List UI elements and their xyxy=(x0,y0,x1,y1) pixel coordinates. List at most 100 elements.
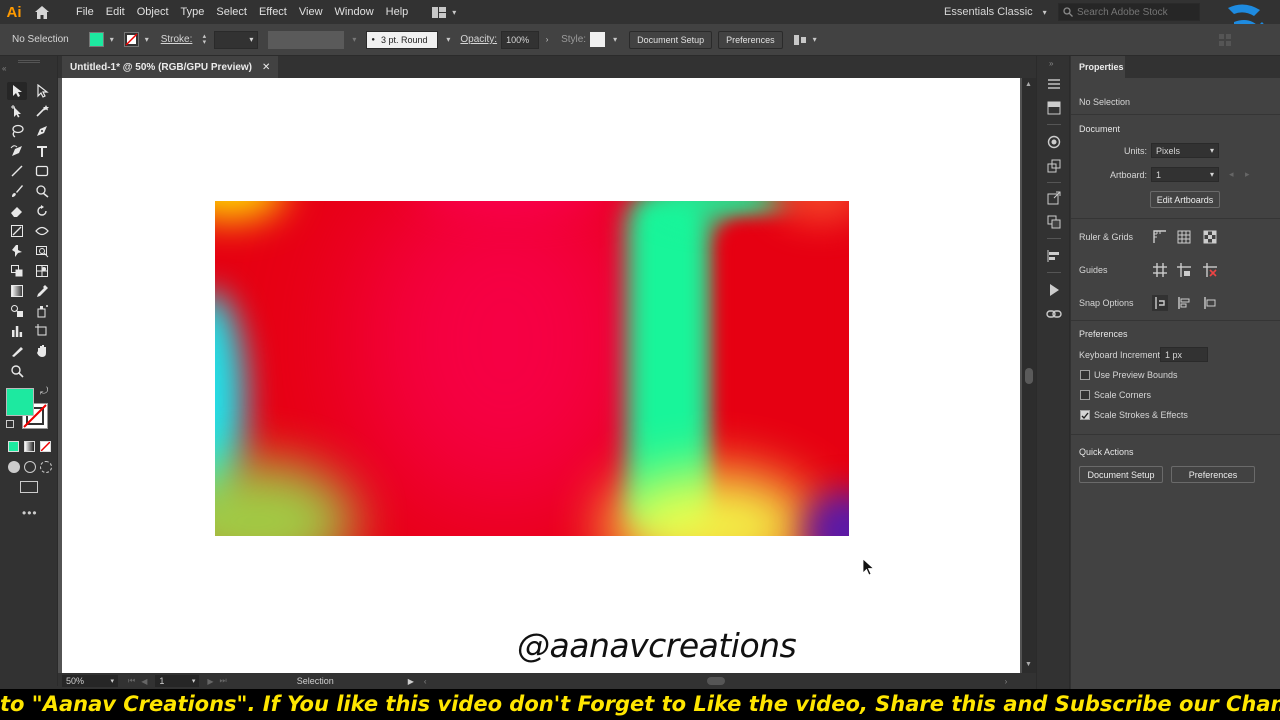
prev-artboard-icon[interactable]: ◀ xyxy=(141,677,147,686)
artboard-tool[interactable] xyxy=(32,322,52,340)
shape-builder-tool[interactable] xyxy=(7,262,27,280)
rotate-tool[interactable] xyxy=(32,202,52,220)
actions-panel-icon[interactable] xyxy=(1046,282,1062,298)
menu-file[interactable]: File xyxy=(70,0,100,24)
collapse-icon[interactable]: » xyxy=(1049,59,1053,68)
lasso-tool[interactable] xyxy=(7,122,27,140)
panel-options-icon[interactable] xyxy=(1218,33,1231,46)
hand-tool[interactable] xyxy=(32,342,52,360)
scale-strokes-checkbox[interactable] xyxy=(1080,410,1090,420)
stroke-weight-input[interactable]: ▾ xyxy=(214,30,259,49)
arrange-documents-button[interactable]: ▾ xyxy=(432,6,458,18)
eyedropper-tool[interactable] xyxy=(32,282,52,300)
type-tool[interactable] xyxy=(32,142,52,160)
swatches-panel-icon[interactable] xyxy=(1046,158,1062,174)
brush-definition[interactable]: ● 3 pt. Round xyxy=(366,30,439,49)
line-segment-tool[interactable] xyxy=(7,162,27,180)
color-mode-button[interactable] xyxy=(8,441,19,452)
gradient-mode-button[interactable] xyxy=(24,441,35,452)
lock-guides-icon[interactable] xyxy=(1176,262,1192,278)
use-preview-bounds-checkbox[interactable] xyxy=(1080,370,1090,380)
panel-grip[interactable] xyxy=(18,60,40,63)
stroke-swatch[interactable] xyxy=(123,32,139,47)
screen-mode-icon[interactable] xyxy=(20,481,38,493)
variable-width-profile[interactable] xyxy=(268,30,345,49)
first-artboard-icon[interactable]: ⏮ xyxy=(128,676,135,686)
align-panel-icon[interactable] xyxy=(1046,248,1062,264)
canvas[interactable] xyxy=(58,78,1022,673)
stock-search-field[interactable] xyxy=(1058,3,1200,21)
export-panel-icon[interactable] xyxy=(1046,190,1062,206)
document-tab[interactable]: Untitled-1* @ 50% (RGB/GPU Preview) ✕ xyxy=(62,56,279,78)
document-setup-button[interactable]: Document Setup xyxy=(629,30,713,49)
symbol-sprayer-tool[interactable] xyxy=(32,302,52,320)
curvature-tool[interactable] xyxy=(7,142,27,160)
free-transform-tool[interactable] xyxy=(32,242,52,260)
menu-object[interactable]: Object xyxy=(131,0,175,24)
prev-artboard-icon[interactable]: ◂ xyxy=(1229,169,1234,180)
scale-corners-checkbox[interactable] xyxy=(1080,390,1090,400)
next-artboard-icon[interactable]: ▸ xyxy=(1245,169,1250,180)
group-selection-tool[interactable] xyxy=(7,102,27,120)
grid-icon[interactable] xyxy=(1176,229,1192,245)
style-swatch[interactable] xyxy=(590,32,606,47)
keyboard-increment-input[interactable]: 1 px xyxy=(1160,347,1208,362)
transparency-grid-icon[interactable] xyxy=(1202,229,1218,245)
properties-panel-icon[interactable] xyxy=(1046,76,1062,92)
opacity-input[interactable]: 100% xyxy=(501,30,540,49)
menu-view[interactable]: View xyxy=(293,0,329,24)
zoom-tool[interactable] xyxy=(7,362,27,380)
snap-to-pixel-icon[interactable] xyxy=(1176,295,1192,311)
snap-to-point-icon[interactable] xyxy=(1152,295,1168,311)
menu-effect[interactable]: Effect xyxy=(253,0,293,24)
shaper-tool[interactable] xyxy=(32,182,52,200)
none-mode-button[interactable] xyxy=(40,441,51,452)
scroll-down-icon[interactable]: ▼ xyxy=(1025,661,1032,668)
edit-toolbar-icon[interactable]: ••• xyxy=(22,506,38,520)
gradient-mesh-object[interactable] xyxy=(215,201,849,536)
scale-tool[interactable] xyxy=(7,222,27,240)
menu-window[interactable]: Window xyxy=(329,0,380,24)
default-colors-icon[interactable] xyxy=(6,420,14,428)
align-icon[interactable] xyxy=(793,34,807,46)
ruler-icon[interactable] xyxy=(1152,229,1168,245)
chevron-down-icon[interactable]: ▾ xyxy=(108,35,116,44)
edit-artboards-button[interactable]: Edit Artboards xyxy=(1150,191,1220,208)
workspace-switcher[interactable]: Essentials Classic ▾ xyxy=(944,3,1049,21)
units-select[interactable]: Pixels ▾ xyxy=(1151,143,1219,158)
chevron-down-icon[interactable]: ▾ xyxy=(611,35,619,44)
scroll-thumb[interactable] xyxy=(1025,368,1033,384)
clear-guides-icon[interactable] xyxy=(1202,262,1218,278)
chevron-down-icon[interactable]: ▾ xyxy=(350,35,358,44)
gradient-tool[interactable] xyxy=(7,282,27,300)
preferences-button[interactable]: Preferences xyxy=(718,30,783,49)
chevron-down-icon[interactable]: ▾ xyxy=(143,35,151,44)
selection-tool[interactable] xyxy=(7,82,27,100)
close-icon[interactable]: ✕ xyxy=(262,62,270,73)
chevron-down-icon[interactable]: ▾ xyxy=(444,35,452,44)
opacity-label[interactable]: Opacity: xyxy=(460,34,497,45)
puppet-warp-tool[interactable] xyxy=(7,242,27,260)
column-graph-tool[interactable] xyxy=(7,322,27,340)
direct-selection-tool[interactable] xyxy=(32,82,52,100)
horizontal-scroll-thumb[interactable] xyxy=(706,677,725,685)
color-panel-icon[interactable] xyxy=(1046,134,1062,150)
stroke-weight-stepper[interactable]: ▴ ▾ xyxy=(200,33,208,46)
artboard-navigator[interactable]: 1 ▾ xyxy=(155,675,200,687)
pen-tool[interactable] xyxy=(32,122,52,140)
rectangle-tool[interactable] xyxy=(32,162,52,180)
perspective-grid-tool[interactable] xyxy=(32,262,52,280)
menu-edit[interactable]: Edit xyxy=(100,0,131,24)
search-input[interactable] xyxy=(1077,6,1195,18)
artboard[interactable] xyxy=(62,78,1020,673)
stroke-label[interactable]: Stroke: xyxy=(161,34,193,45)
vertical-scrollbar[interactable]: ▲ ▼ xyxy=(1022,78,1036,673)
blend-tool[interactable] xyxy=(7,302,27,320)
artboard-select[interactable]: 1 ▾ xyxy=(1151,167,1219,182)
artboards-panel-icon[interactable] xyxy=(1046,214,1062,230)
fill-color-front[interactable] xyxy=(6,388,34,416)
magic-wand-tool[interactable] xyxy=(32,102,52,120)
tab-properties[interactable]: Properties xyxy=(1071,56,1125,78)
layers-panel-icon[interactable] xyxy=(1046,100,1062,116)
status-menu-icon[interactable]: ▶ xyxy=(408,677,414,686)
